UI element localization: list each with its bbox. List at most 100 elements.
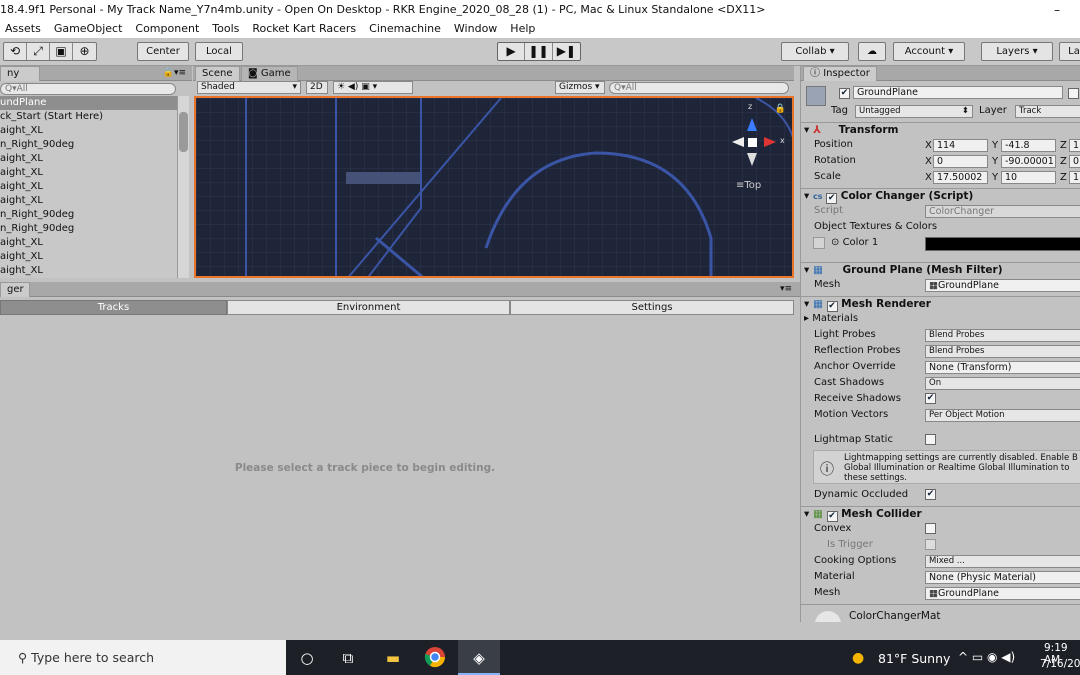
cast-shadows-dropdown[interactable]: On: [925, 377, 1080, 390]
list-item[interactable]: n_Right_90deg: [0, 208, 177, 222]
physic-material-field[interactable]: None (Physic Material): [925, 571, 1080, 584]
menu-window[interactable]: Window: [454, 22, 497, 35]
static-checkbox[interactable]: [1068, 88, 1079, 99]
tab-inspector[interactable]: ⓘ Inspector: [803, 66, 877, 81]
scale-y-field[interactable]: 10: [1001, 171, 1056, 184]
rotation-y-field[interactable]: -90.00001: [1001, 155, 1056, 168]
tab-environment[interactable]: Environment: [227, 300, 510, 315]
menu-rocket-kart-racers[interactable]: Rocket Kart Racers: [252, 22, 356, 35]
gizmo-top-label[interactable]: ≡Top: [736, 180, 761, 191]
menu-gameobject[interactable]: GameObject: [54, 22, 123, 35]
rotation-x-field[interactable]: 0: [933, 155, 988, 168]
layer-dropdown[interactable]: Track: [1015, 105, 1080, 118]
layers-dropdown[interactable]: Layers ▾: [981, 42, 1053, 61]
scene-view-toggles[interactable]: ☀ ◀) ▣ ▾: [333, 81, 413, 94]
list-item[interactable]: n_Right_90deg: [0, 138, 177, 152]
task-view-icon[interactable]: ⧉: [336, 646, 360, 670]
menu-help[interactable]: Help: [510, 22, 535, 35]
step-icon[interactable]: ▶❚: [553, 43, 580, 60]
tab-scene[interactable]: Scene: [195, 66, 240, 81]
scale-x-field[interactable]: 17.50002: [933, 171, 988, 184]
gizmos-dropdown[interactable]: Gizmos ▾: [555, 81, 605, 94]
collab-button[interactable]: Collab ▾: [781, 42, 849, 61]
cooking-options-dropdown[interactable]: Mixed ...: [925, 555, 1080, 568]
tab-game[interactable]: ◙ Game: [241, 66, 298, 81]
play-icon[interactable]: ▶: [498, 43, 526, 60]
material-preview-row[interactable]: ColorChangerMat: [801, 604, 1080, 622]
chrome-icon[interactable]: [423, 646, 447, 670]
panel-menu-icon[interactable]: ▾≡: [780, 282, 792, 296]
mesh-collider-enabled-checkbox[interactable]: ✔: [826, 511, 838, 522]
scene-viewport[interactable]: z x ≡Top 🔒: [194, 96, 794, 278]
lock-icon[interactable]: 🔒▾≡: [163, 66, 186, 80]
color-changer-enabled-checkbox[interactable]: ✔: [826, 193, 838, 204]
rotate-tool-icon[interactable]: ⟲: [4, 43, 27, 60]
list-item[interactable]: aight_XL: [0, 166, 177, 180]
weather-text[interactable]: 81°F Sunny: [878, 651, 950, 666]
list-item[interactable]: aight_XL: [0, 180, 177, 194]
tray-icons[interactable]: ^ ▭ ◉ ◀): [958, 650, 1015, 664]
list-item[interactable]: undPlane: [0, 96, 177, 110]
file-explorer-icon[interactable]: ▬: [381, 646, 405, 670]
lightmap-static-checkbox[interactable]: [925, 434, 936, 445]
tab-settings[interactable]: Settings: [510, 300, 794, 315]
mesh-renderer-enabled-checkbox[interactable]: ✔: [826, 301, 838, 312]
minimize-button[interactable]: –: [1054, 0, 1060, 20]
convex-checkbox[interactable]: [925, 523, 936, 534]
mesh-field[interactable]: ▦GroundPlane: [925, 279, 1080, 292]
scale-tool-icon[interactable]: ⤢: [27, 43, 50, 60]
list-item[interactable]: aight_XL: [0, 124, 177, 138]
list-item[interactable]: ck_Start (Start Here): [0, 110, 177, 124]
hierarchy-scrollbar[interactable]: [177, 96, 189, 278]
object-name-field[interactable]: GroundPlane: [853, 86, 1063, 99]
tag-dropdown[interactable]: Untagged ⬍: [855, 105, 973, 118]
motion-vectors-dropdown[interactable]: Per Object Motion: [925, 409, 1080, 422]
color1-picker[interactable]: [925, 237, 1080, 251]
collider-mesh-field[interactable]: ▦GroundPlane: [925, 587, 1080, 600]
light-probes-dropdown[interactable]: Blend Probes: [925, 329, 1080, 342]
menu-cinemachine[interactable]: Cinemachine: [369, 22, 441, 35]
list-item[interactable]: aight_XL: [0, 250, 177, 264]
pause-icon[interactable]: ❚❚: [525, 43, 553, 60]
lock-icon[interactable]: 🔒: [775, 104, 786, 114]
position-z-field[interactable]: 1: [1069, 139, 1080, 152]
position-x-field[interactable]: 114: [933, 139, 988, 152]
scrollbar-thumb[interactable]: [179, 112, 188, 152]
position-y-field[interactable]: -41.8: [1001, 139, 1056, 152]
list-item[interactable]: aight_XL: [0, 152, 177, 166]
menu-component[interactable]: Component: [135, 22, 199, 35]
materials-foldout[interactable]: ▸ Materials: [804, 312, 858, 326]
scale-z-field[interactable]: 1: [1069, 171, 1080, 184]
scene-search[interactable]: Q▾All: [609, 82, 789, 94]
mesh-renderer-header[interactable]: ▾ ▦ ✔ Mesh Renderer: [801, 296, 1080, 312]
cloud-icon[interactable]: ☁: [858, 42, 886, 61]
hierarchy-search[interactable]: Q▾All: [0, 83, 176, 95]
list-item[interactable]: aight_XL: [0, 264, 177, 278]
layout-dropdown[interactable]: La: [1059, 42, 1080, 61]
mesh-collider-header[interactable]: ▾ ▦ ✔ Mesh Collider: [801, 506, 1080, 522]
color-changer-header[interactable]: ▾ cs ✔ Color Changer (Script): [801, 188, 1080, 204]
tab-track-manager[interactable]: ger: [0, 282, 30, 297]
menu-assets[interactable]: Assets: [5, 22, 41, 35]
tab-tracks[interactable]: Tracks: [0, 300, 227, 315]
tab-hierarchy[interactable]: ny: [0, 66, 40, 81]
taskbar-search[interactable]: ⚲ Type here to search: [0, 640, 286, 675]
pivot-center-button[interactable]: Center: [137, 42, 189, 61]
active-checkbox[interactable]: ✔: [839, 88, 850, 99]
reflection-probes-dropdown[interactable]: Blend Probes: [925, 345, 1080, 358]
dynamic-occluded-checkbox[interactable]: ✔: [925, 489, 936, 500]
transform-header[interactable]: ▾ ⅄ Transform: [801, 122, 1080, 138]
anchor-override-field[interactable]: None (Transform): [925, 361, 1080, 374]
shading-dropdown[interactable]: Shaded ▾: [197, 81, 301, 94]
list-item[interactable]: aight_XL: [0, 194, 177, 208]
transform-tool-icon[interactable]: ⊕: [73, 43, 96, 60]
menu-tools[interactable]: Tools: [212, 22, 239, 35]
account-dropdown[interactable]: Account ▾: [893, 42, 965, 61]
list-item[interactable]: aight_XL: [0, 236, 177, 250]
pivot-local-button[interactable]: Local: [195, 42, 243, 61]
unity-taskbar-button[interactable]: ◈: [458, 640, 500, 675]
rotation-z-field[interactable]: 0: [1069, 155, 1080, 168]
list-item[interactable]: n_Right_90deg: [0, 222, 177, 236]
toggle-2d-button[interactable]: 2D: [306, 81, 328, 94]
receive-shadows-checkbox[interactable]: ✔: [925, 393, 936, 404]
